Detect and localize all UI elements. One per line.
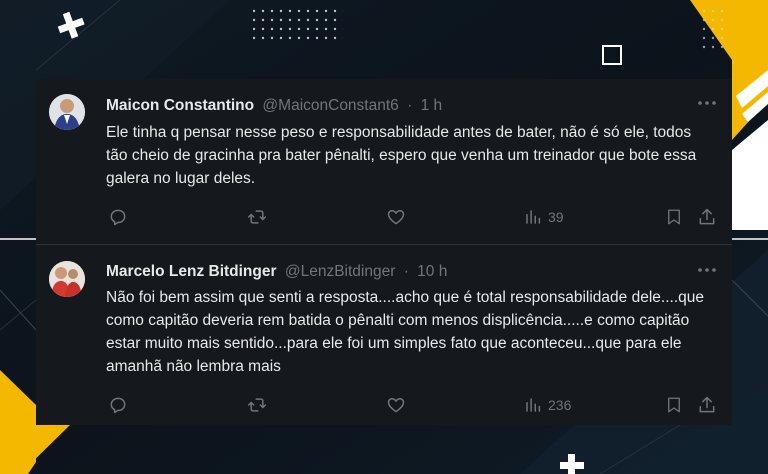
views-button[interactable]: 236 xyxy=(524,394,571,416)
tweet-divider xyxy=(36,244,732,245)
heart-icon xyxy=(387,210,405,225)
retweet-button[interactable] xyxy=(246,394,268,416)
display-name[interactable]: Marcelo Lenz Bitdinger xyxy=(106,263,277,280)
views-count: 39 xyxy=(548,209,564,225)
like-button[interactable] xyxy=(386,206,406,228)
retweet-icon xyxy=(247,210,267,224)
reply-icon xyxy=(110,209,126,226)
display-name[interactable]: Maicon Constantino xyxy=(106,97,254,114)
bookmark-icon xyxy=(668,397,680,413)
tweet-header: Marcelo Lenz Bitdinger @LenzBitdinger · … xyxy=(106,262,447,282)
share-button[interactable] xyxy=(697,394,717,416)
tweet-actions: 236 xyxy=(36,394,732,416)
handle[interactable]: @MaiconConstant6 xyxy=(262,97,398,114)
share-button[interactable] xyxy=(697,206,717,228)
reply-icon xyxy=(110,397,126,414)
avatar[interactable] xyxy=(49,261,85,297)
retweet-icon xyxy=(247,398,267,412)
avatar[interactable] xyxy=(49,94,85,130)
like-button[interactable] xyxy=(386,394,406,416)
views-count: 236 xyxy=(548,397,572,413)
views-chart-icon xyxy=(526,398,541,412)
bookmark-button[interactable] xyxy=(665,206,683,228)
views-button[interactable]: 39 xyxy=(524,206,564,228)
tweet-item[interactable]: Maicon Constantino @MaiconConstant6 · 1 … xyxy=(36,79,732,245)
bookmark-icon xyxy=(668,209,680,225)
heart-icon xyxy=(387,398,405,413)
tweet-text: Ele tinha q pensar nesse peso e responsa… xyxy=(106,124,697,187)
bookmark-button[interactable] xyxy=(665,394,683,416)
tweet-item[interactable]: Marcelo Lenz Bitdinger @LenzBitdinger · … xyxy=(36,246,732,425)
reply-button[interactable] xyxy=(108,206,128,228)
views-chart-icon xyxy=(526,210,541,224)
separator-dot: · xyxy=(407,97,413,114)
tweet-actions: 39 xyxy=(36,206,732,228)
separator-dot: · xyxy=(403,263,409,280)
handle[interactable]: @LenzBitdinger xyxy=(285,263,396,280)
retweet-button[interactable] xyxy=(246,206,268,228)
more-horizontal-icon[interactable] xyxy=(696,263,718,277)
tweet-header: Maicon Constantino @MaiconConstant6 · 1 … xyxy=(106,96,442,116)
share-icon xyxy=(699,396,715,413)
timestamp[interactable]: 1 h xyxy=(421,97,443,114)
share-icon xyxy=(699,208,715,225)
timestamp[interactable]: 10 h xyxy=(417,263,447,280)
more-horizontal-icon[interactable] xyxy=(696,96,718,110)
reply-button[interactable] xyxy=(108,394,128,416)
tweet-text: Não foi bem assim que senti a resposta..… xyxy=(106,289,704,375)
tweet-replies-card: Maicon Constantino @MaiconConstant6 · 1 … xyxy=(36,79,732,425)
